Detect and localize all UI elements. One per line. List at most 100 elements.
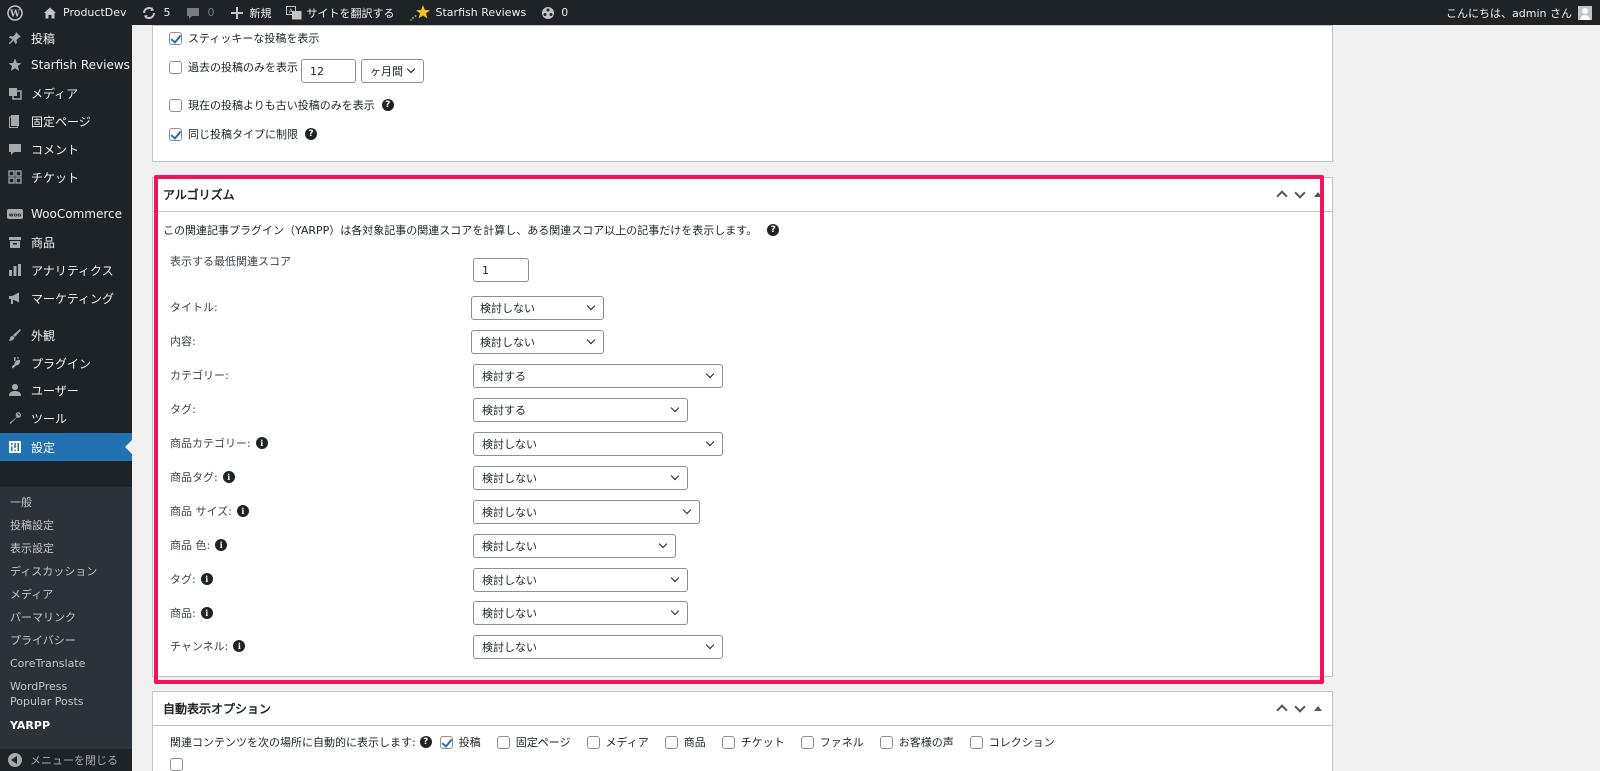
info-icon[interactable]: i [200, 607, 213, 619]
info-icon[interactable]: i [222, 471, 235, 483]
tag2-label: タグ: i [170, 571, 213, 587]
menu-tickets[interactable]: チケット [0, 164, 132, 190]
info-icon[interactable]: i [215, 539, 228, 551]
help-icon[interactable]: ? [767, 224, 780, 236]
tag-select[interactable]: 検討する [473, 398, 688, 422]
option-post-checkbox[interactable] [439, 735, 453, 749]
product-category-label: 商品カテゴリー: i [170, 435, 268, 451]
category-select[interactable]: 検討する [473, 364, 723, 388]
collapse-arrow-icon [8, 753, 22, 767]
content-select[interactable]: 検討しない [471, 330, 604, 354]
menu-products[interactable]: 商品 [0, 229, 132, 255]
menu-settings[interactable]: 設定 [0, 433, 132, 461]
product-tag-select[interactable]: 検討しない [473, 466, 688, 490]
site-name: ProductDev [63, 6, 127, 19]
menu-pages[interactable]: 固定ページ [0, 108, 132, 134]
menu-label: Starfish Reviews [31, 58, 130, 72]
menu-label: アナリティクス [31, 263, 114, 278]
help-icon[interactable]: ? [419, 736, 432, 748]
option-media-checkbox[interactable] [586, 735, 600, 749]
submenu-discussion[interactable]: ディスカッション [10, 564, 128, 579]
submenu-yarpp[interactable]: YARPP [10, 718, 128, 733]
auto-display-controls [1276, 700, 1322, 716]
info-icon[interactable]: i [236, 505, 249, 517]
submenu-coretranslate[interactable]: CoreTranslate [10, 656, 128, 671]
product-size-select[interactable]: 検討しない [473, 500, 700, 524]
new-content-link[interactable]: 新規 [222, 0, 279, 25]
option-ticket-label: チケット [740, 736, 785, 749]
channel-select[interactable]: 検討しない [473, 635, 723, 659]
sticky-checkbox[interactable] [169, 31, 182, 45]
submenu-media[interactable]: メディア [10, 587, 128, 602]
menu-media[interactable]: メディア [0, 80, 132, 106]
extra-link[interactable]: 0 [533, 0, 575, 25]
option-funnel-checkbox[interactable] [800, 735, 814, 749]
menu-comments[interactable]: コメント [0, 136, 132, 162]
title-select[interactable]: 検討しない [471, 296, 604, 320]
submenu-permalink[interactable]: パーマリンク [10, 610, 128, 625]
sticky-option[interactable]: スティッキーな投稿を表示 [169, 30, 319, 46]
menu-posts[interactable]: 投稿 [0, 25, 132, 51]
submenu-wordpress-popular-posts[interactable]: WordPress Popular Posts [10, 679, 110, 709]
move-up-icon[interactable] [1276, 704, 1288, 716]
help-icon[interactable]: ? [381, 99, 394, 111]
past-posts-checkbox[interactable] [169, 60, 182, 74]
move-down-icon[interactable] [1294, 700, 1306, 713]
menu-analytics[interactable]: アナリティクス [0, 257, 132, 283]
menu-tools[interactable]: ツール [0, 405, 132, 431]
comments-link[interactable]: 0 [178, 0, 222, 25]
submenu-reading[interactable]: 表示設定 [10, 541, 128, 556]
tag-label: タグ: [170, 403, 196, 416]
option-collection-checkbox[interactable] [969, 735, 983, 749]
menu-users[interactable]: ユーザー [0, 377, 132, 403]
option-testimonial-checkbox[interactable] [879, 735, 893, 749]
option-page-checkbox[interactable] [496, 735, 510, 749]
submenu-privacy[interactable]: プライバシー [10, 633, 128, 648]
tag2-value: 検討しない [482, 574, 537, 587]
option-ticket-checkbox[interactable] [721, 735, 735, 749]
menu-woocommerce[interactable]: woo WooCommerce [0, 201, 132, 227]
wrench-icon [7, 410, 23, 426]
menu-plugins[interactable]: プラグイン [0, 350, 132, 376]
pin-icon [7, 30, 23, 46]
archive-icon [7, 234, 23, 250]
site-name-link[interactable]: ProductDev [35, 0, 134, 25]
menu-marketing[interactable]: マーケティング [0, 285, 132, 311]
past-unit-select[interactable]: ヶ月間 [361, 59, 424, 83]
collapse-menu-button[interactable]: メニューを閉じる [0, 749, 132, 771]
starfish-link[interactable]: Starfish Reviews [402, 0, 534, 25]
product-color-select[interactable]: 検討しない [473, 534, 676, 558]
submenu-writing[interactable]: 投稿設定 [10, 518, 128, 533]
past-months-input[interactable]: 12 [301, 59, 356, 83]
help-icon[interactable]: ? [305, 128, 317, 140]
info-icon[interactable]: i [255, 437, 268, 449]
older-posts-checkbox[interactable] [169, 98, 182, 112]
collapse-toggle-icon[interactable] [1314, 705, 1322, 711]
translate-link[interactable]: A サイトを翻訳する [279, 0, 402, 25]
menu-starfish-reviews[interactable]: Starfish Reviews [0, 52, 132, 78]
same-type-checkbox[interactable] [169, 127, 182, 141]
past-posts-option[interactable]: 過去の投稿のみを表示 [169, 59, 298, 75]
updates-link[interactable]: 5 [134, 0, 178, 25]
move-up-icon[interactable] [1276, 190, 1288, 202]
tag2-select[interactable]: 検討しない [473, 568, 688, 592]
submenu-general[interactable]: 一般 [10, 495, 128, 510]
info-icon[interactable]: i [200, 573, 213, 585]
algorithm-header[interactable]: アルゴリズム [153, 178, 1332, 212]
option-product-checkbox[interactable] [664, 735, 678, 749]
wp-logo-button[interactable]: W [0, 0, 35, 25]
my-account[interactable]: こんにちは、admin さん [1446, 0, 1600, 25]
older-posts-option[interactable]: 現在の投稿よりも古い投稿のみを表示 ? [169, 97, 394, 113]
menu-appearance[interactable]: 外観 [0, 322, 132, 348]
info-icon[interactable]: i [233, 640, 246, 652]
auto-display-header[interactable]: 自動表示オプション [153, 692, 1332, 726]
product-category-select[interactable]: 検討しない [473, 432, 723, 456]
title-label: タイトル: [170, 301, 218, 314]
greeting: こんにちは、admin さん [1446, 6, 1572, 20]
move-down-icon[interactable] [1294, 186, 1306, 199]
collapse-toggle-icon[interactable] [1314, 191, 1322, 197]
product-select[interactable]: 検討しない [473, 601, 688, 625]
min-score-input[interactable]: 1 [473, 258, 529, 282]
same-type-option[interactable]: 同じ投稿タイプに制限 ? [169, 126, 317, 142]
partial-checkbox[interactable] [170, 758, 183, 771]
